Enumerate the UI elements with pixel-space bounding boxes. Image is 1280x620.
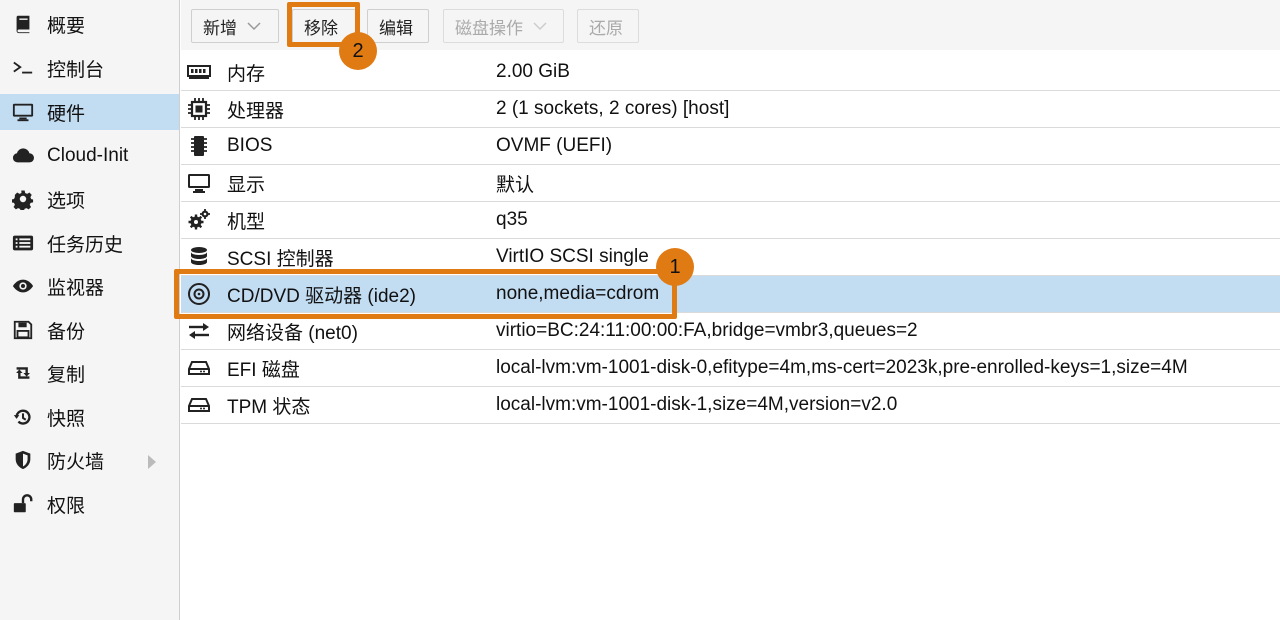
sidebar-item-label: 控制台 bbox=[47, 59, 105, 81]
step-badge-label: 1 bbox=[669, 255, 681, 278]
sidebar: 概要 控制台 硬件 Cloud-Init 选项 任务历史 监视器 备份 复制 快… bbox=[0, 0, 180, 620]
sidebar-item-summary[interactable]: 概要 bbox=[0, 6, 179, 42]
book-icon bbox=[11, 12, 35, 36]
sidebar-item-firewall[interactable]: 防火墙 bbox=[0, 442, 179, 478]
row-name: 机型 bbox=[227, 211, 266, 233]
row-value: none,media=cdrom bbox=[496, 283, 660, 304]
unlock-icon bbox=[11, 492, 35, 516]
edit-button[interactable]: 编辑 bbox=[367, 9, 429, 43]
row-value: q35 bbox=[496, 209, 528, 230]
terminal-icon bbox=[11, 56, 35, 80]
monitor-icon bbox=[11, 100, 35, 124]
remove-button-label: 移除 bbox=[304, 18, 338, 38]
add-button[interactable]: 新增 bbox=[191, 9, 279, 43]
row-name: TPM 状态 bbox=[227, 396, 311, 418]
sidebar-item-options[interactable]: 选项 bbox=[0, 181, 179, 217]
sidebar-item-hardware[interactable]: 硬件 bbox=[0, 94, 179, 130]
step-badge-label: 2 bbox=[352, 39, 364, 62]
row-value: local-lvm:vm-1001-disk-0,efitype=4m,ms-c… bbox=[496, 357, 1188, 378]
row-value: virtio=BC:24:11:00:00:FA,bridge=vmbr3,qu… bbox=[496, 320, 918, 341]
row-name: BIOS bbox=[227, 135, 273, 156]
revert-button-label: 还原 bbox=[589, 18, 623, 38]
sidebar-item-label: 备份 bbox=[47, 321, 86, 343]
row-value: 默认 bbox=[496, 174, 535, 196]
cogs-icon bbox=[186, 207, 212, 233]
sidebar-item-label: 防火墙 bbox=[47, 451, 105, 473]
sidebar-item-label: 监视器 bbox=[47, 277, 105, 299]
chevron-down-icon bbox=[533, 21, 547, 31]
eye-icon bbox=[11, 274, 35, 298]
hardware-row-machine[interactable]: 机型 q35 bbox=[181, 202, 1280, 239]
sidebar-item-monitor[interactable]: 监视器 bbox=[0, 268, 179, 304]
hardware-row-bios[interactable]: BIOS OVMF (UEFI) bbox=[181, 128, 1280, 165]
revert-button[interactable]: 还原 bbox=[577, 9, 639, 43]
hdd-icon bbox=[186, 355, 212, 381]
database-icon bbox=[186, 244, 212, 270]
row-value: local-lvm:vm-1001-disk-1,size=4M,version… bbox=[496, 394, 898, 415]
retweet-icon bbox=[11, 361, 35, 385]
add-button-label: 新增 bbox=[203, 18, 237, 38]
exchange-icon bbox=[186, 318, 212, 344]
sidebar-item-task-history[interactable]: 任务历史 bbox=[0, 225, 179, 261]
hardware-row-display[interactable]: 显示 默认 bbox=[181, 165, 1280, 202]
sidebar-item-label: 复制 bbox=[47, 364, 86, 386]
sidebar-item-cloud-init[interactable]: Cloud-Init bbox=[0, 138, 179, 174]
monitor-icon bbox=[186, 170, 212, 196]
cpu-icon bbox=[186, 96, 212, 122]
sidebar-item-label: 硬件 bbox=[47, 103, 86, 125]
row-name: 网络设备 (net0) bbox=[227, 322, 358, 344]
row-name: 显示 bbox=[227, 174, 266, 196]
sidebar-item-label: 任务历史 bbox=[47, 234, 124, 256]
row-value: VirtIO SCSI single bbox=[496, 246, 649, 267]
hdd-icon bbox=[186, 392, 212, 418]
sidebar-item-label: Cloud-Init bbox=[47, 145, 129, 166]
edit-button-label: 编辑 bbox=[379, 18, 413, 38]
row-name: 处理器 bbox=[227, 100, 285, 122]
row-name: EFI 磁盘 bbox=[227, 359, 300, 381]
row-name: 内存 bbox=[227, 63, 266, 85]
sidebar-item-permissions[interactable]: 权限 bbox=[0, 486, 179, 522]
step-badge-2: 2 bbox=[339, 32, 377, 70]
sidebar-item-label: 选项 bbox=[47, 190, 86, 212]
sidebar-item-label: 概要 bbox=[47, 15, 86, 37]
disk-action-button-label: 磁盘操作 bbox=[455, 18, 523, 38]
floppy-icon bbox=[11, 318, 35, 342]
history-icon bbox=[11, 405, 35, 429]
sidebar-item-console[interactable]: 控制台 bbox=[0, 50, 179, 86]
chevron-down-icon bbox=[247, 21, 261, 31]
sidebar-item-label: 权限 bbox=[47, 495, 86, 517]
chip-icon bbox=[186, 133, 212, 159]
row-value: 2 (1 sockets, 2 cores) [host] bbox=[496, 98, 730, 119]
hardware-row-network[interactable]: 网络设备 (net0) virtio=BC:24:11:00:00:FA,bri… bbox=[181, 313, 1280, 350]
hardware-row-cdrom[interactable]: CD/DVD 驱动器 (ide2) none,media=cdrom bbox=[181, 276, 1280, 313]
step-badge-1: 1 bbox=[656, 248, 694, 286]
row-name: SCSI 控制器 bbox=[227, 248, 334, 270]
hardware-row-efi-disk[interactable]: EFI 磁盘 local-lvm:vm-1001-disk-0,efitype=… bbox=[181, 350, 1280, 387]
cloud-icon bbox=[11, 144, 35, 168]
hardware-row-scsi-controller[interactable]: SCSI 控制器 VirtIO SCSI single bbox=[181, 239, 1280, 276]
sidebar-item-snapshots[interactable]: 快照 bbox=[0, 399, 179, 435]
row-name: CD/DVD 驱动器 (ide2) bbox=[227, 285, 416, 307]
shield-icon bbox=[11, 448, 35, 472]
list-icon bbox=[11, 231, 35, 255]
memory-icon bbox=[186, 59, 212, 85]
row-value: OVMF (UEFI) bbox=[496, 135, 613, 156]
sidebar-item-replication[interactable]: 复制 bbox=[0, 355, 179, 391]
row-value: 2.00 GiB bbox=[496, 61, 570, 82]
sidebar-item-backup[interactable]: 备份 bbox=[0, 312, 179, 348]
sidebar-item-label: 快照 bbox=[47, 408, 86, 430]
disc-icon bbox=[186, 281, 212, 307]
gear-icon bbox=[11, 187, 35, 211]
chevron-right-icon bbox=[147, 453, 157, 475]
hardware-row-tpm-state[interactable]: TPM 状态 local-lvm:vm-1001-disk-1,size=4M,… bbox=[181, 387, 1280, 424]
hardware-row-processor[interactable]: 处理器 2 (1 sockets, 2 cores) [host] bbox=[181, 91, 1280, 128]
disk-action-button[interactable]: 磁盘操作 bbox=[443, 9, 564, 43]
